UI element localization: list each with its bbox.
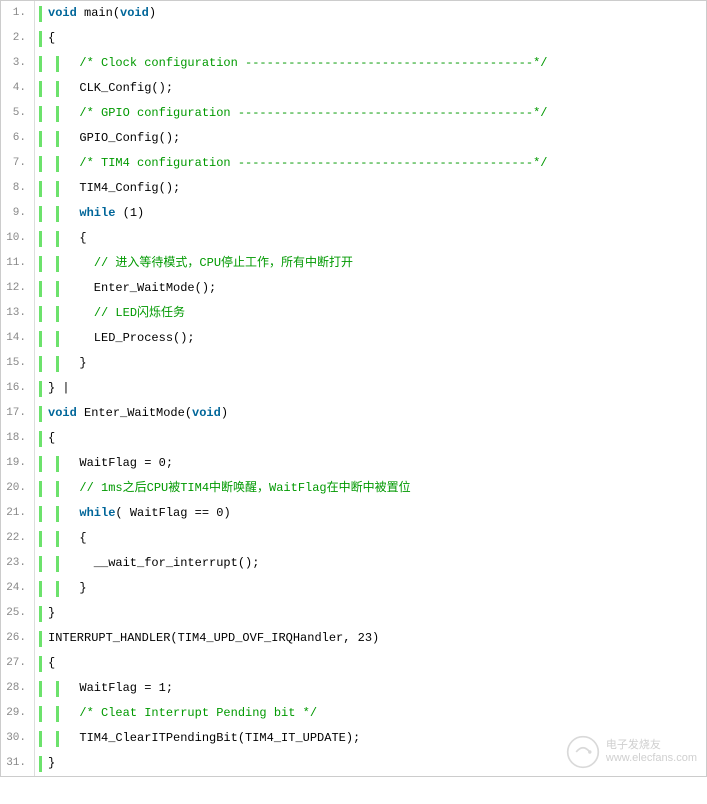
code-content: // 1ms之后CPU被TIM4中断唤醒，WaitFlag在中断中被置位 (59, 476, 411, 501)
code-line: 6. GPIO_Config(); (1, 126, 706, 151)
code-line: 28. WaitFlag = 1; (1, 676, 706, 701)
line-number: 3. (1, 51, 35, 76)
line-number: 25. (1, 601, 35, 626)
code-line: 7. /* TIM4 configuration ---------------… (1, 151, 706, 176)
line-number: 10. (1, 226, 35, 251)
code-content: TIM4_ClearITPendingBit(TIM4_IT_UPDATE); (59, 726, 360, 751)
watermark-title: 电子发烧友 (606, 739, 697, 752)
code-line: 15. } (1, 351, 706, 376)
code-content: // LED闪烁任务 (59, 301, 185, 326)
code-block: 1. void main(void) 2. {3. /* Clock configur… (0, 0, 707, 777)
code-line: 25.} (1, 601, 706, 626)
code-line: 27. { (1, 651, 706, 676)
code-line: 4. CLK_Config(); (1, 76, 706, 101)
line-number: 15. (1, 351, 35, 376)
code-line: 17. void Enter_WaitMode(void) (1, 401, 706, 426)
line-number: 8. (1, 176, 35, 201)
code-line: 8. TIM4_Config(); (1, 176, 706, 201)
code-content: /* TIM4 configuration ------------------… (59, 151, 547, 176)
code-content: } (42, 601, 55, 626)
line-number: 11. (1, 251, 35, 276)
code-line: 18. { (1, 426, 706, 451)
line-number: 9. (1, 201, 35, 226)
line-number: 5. (1, 101, 35, 126)
line-number: 21. (1, 501, 35, 526)
line-number: 7. (1, 151, 35, 176)
code-content: /* Cleat Interrupt Pending bit */ (59, 701, 317, 726)
code-content: /* Clock configuration -----------------… (59, 51, 547, 76)
line-number: 13. (1, 301, 35, 326)
line-number: 31. (1, 751, 35, 776)
code-content: /* GPIO configuration ------------------… (59, 101, 547, 126)
code-content: } (42, 751, 55, 776)
line-number: 24. (1, 576, 35, 601)
code-content: } (59, 351, 87, 376)
code-content: TIM4_Config(); (59, 176, 180, 201)
code-line: 24. } (1, 576, 706, 601)
code-line: 26. INTERRUPT_HANDLER(TIM4_UPD_OVF_IRQHan… (1, 626, 706, 651)
line-number: 28. (1, 676, 35, 701)
code-content: CLK_Config(); (59, 76, 173, 101)
code-line: 21. while( WaitFlag == 0) (1, 501, 706, 526)
line-number: 1. (1, 1, 35, 26)
line-number: 4. (1, 76, 35, 101)
line-number: 2. (1, 26, 35, 51)
code-line: 14. LED_Process(); (1, 326, 706, 351)
line-number: 17. (1, 401, 35, 426)
line-number: 18. (1, 426, 35, 451)
code-content: } (59, 576, 87, 601)
watermark: 电子发烧友 www.elecfans.com (566, 735, 697, 769)
code-line: 1. void main(void) (1, 1, 706, 26)
line-number: 19. (1, 451, 35, 476)
code-line: 9. while (1) (1, 201, 706, 226)
watermark-url: www.elecfans.com (606, 752, 697, 765)
code-line: 13. // LED闪烁任务 (1, 301, 706, 326)
line-number: 14. (1, 326, 35, 351)
line-number: 23. (1, 551, 35, 576)
code-content: void Enter_WaitMode(void) (42, 401, 228, 426)
code-line: 12. Enter_WaitMode(); (1, 276, 706, 301)
code-content: Enter_WaitMode(); (59, 276, 216, 301)
code-content: GPIO_Config(); (59, 126, 180, 151)
line-number: 22. (1, 526, 35, 551)
code-line: 22. { (1, 526, 706, 551)
code-line: 16. } | (1, 376, 706, 401)
line-number: 6. (1, 126, 35, 151)
code-content: void main(void) (42, 1, 156, 26)
line-number: 12. (1, 276, 35, 301)
code-content: __wait_for_interrupt(); (59, 551, 259, 576)
code-line: 23. __wait_for_interrupt(); (1, 551, 706, 576)
code-content: WaitFlag = 1; (59, 676, 173, 701)
line-number: 16. (1, 376, 35, 401)
code-content: { (59, 526, 87, 551)
code-content: while( WaitFlag == 0) (59, 501, 231, 526)
code-content: { (42, 651, 55, 676)
code-content: // 进入等待模式，CPU停止工作，所有中断打开 (59, 251, 353, 276)
code-content: while (1) (59, 201, 144, 226)
code-content: } | (42, 376, 70, 401)
code-content: { (59, 226, 87, 251)
line-number: 26. (1, 626, 35, 651)
code-line: 2. { (1, 26, 706, 51)
code-line: 20. // 1ms之后CPU被TIM4中断唤醒，WaitFlag在中断中被置位 (1, 476, 706, 501)
code-line: 29. /* Cleat Interrupt Pending bit */ (1, 701, 706, 726)
code-line: 3. /* Clock configuration --------------… (1, 51, 706, 76)
line-number: 29. (1, 701, 35, 726)
code-content: { (42, 26, 55, 51)
code-content: INTERRUPT_HANDLER(TIM4_UPD_OVF_IRQHandle… (42, 626, 379, 651)
line-number: 30. (1, 726, 35, 751)
code-content: { (42, 426, 55, 451)
code-line: 10. { (1, 226, 706, 251)
code-line: 19. WaitFlag = 0; (1, 451, 706, 476)
code-line: 5. /* GPIO configuration ---------------… (1, 101, 706, 126)
logo-icon (566, 735, 600, 769)
code-content: LED_Process(); (59, 326, 195, 351)
line-number: 20. (1, 476, 35, 501)
code-content: WaitFlag = 0; (59, 451, 173, 476)
code-line: 11. // 进入等待模式，CPU停止工作，所有中断打开 (1, 251, 706, 276)
line-number: 27. (1, 651, 35, 676)
